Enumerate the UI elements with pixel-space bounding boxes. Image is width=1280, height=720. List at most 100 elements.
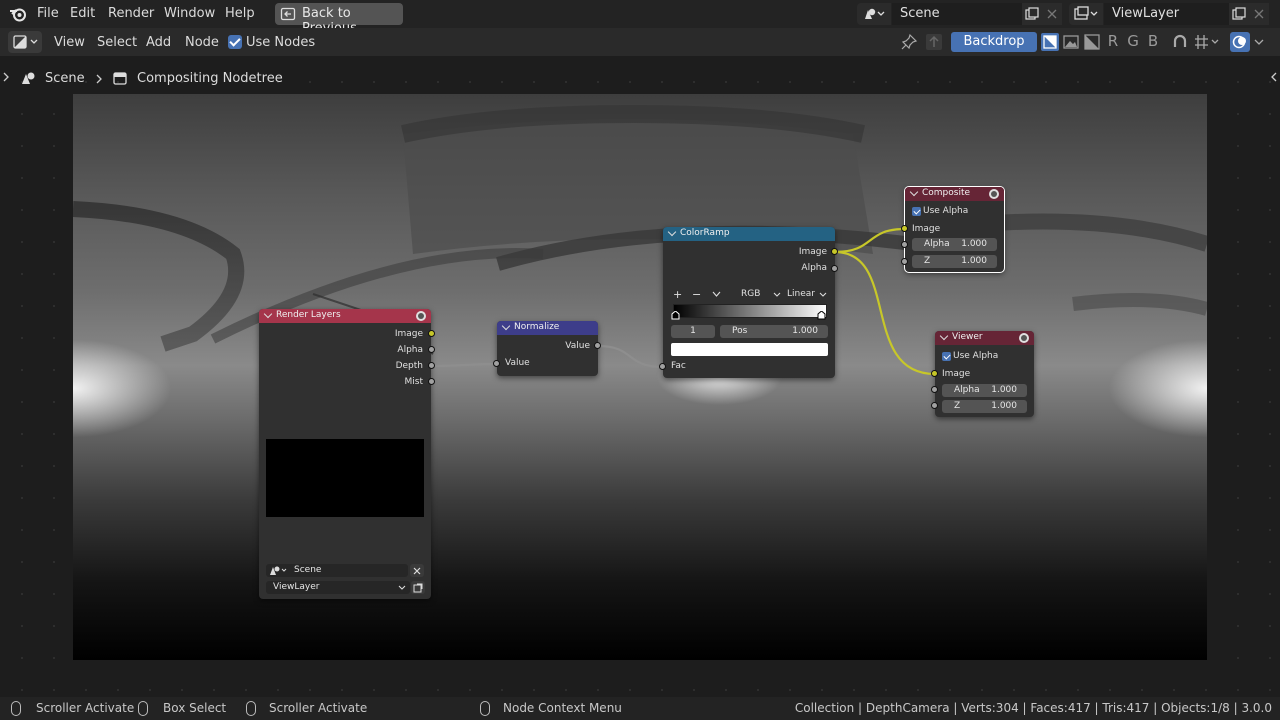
link-colorramp-to-composite [834,227,906,254]
composite-use-alpha-label[interactable]: Use Alpha [923,206,968,216]
node-links [431,227,936,376]
render-layers-mist-socket[interactable] [428,378,435,385]
composite-header[interactable]: Composite [905,187,1004,201]
render-layers-node[interactable]: Render Layers Image Alpha Depth Mist Sce… [259,309,431,599]
normalize-value-input-socket[interactable] [493,360,500,367]
render-icon [413,583,423,593]
composite-alpha-value: 1.000 [961,239,987,249]
normalize-header[interactable]: Normalize [497,321,598,335]
viewer-alpha-label: Alpha [954,385,980,395]
render-layers-header[interactable]: Render Layers [259,309,431,323]
viewer-z-field[interactable]: Z 1.000 [942,400,1027,413]
composite-z-label: Z [924,256,931,266]
colorramp-active-stop-value: 1 [690,326,696,336]
colorramp-fac-input-socket[interactable] [659,363,666,370]
colorramp-stop-handle-black[interactable] [671,311,680,320]
socket-label-image: Image [912,224,941,234]
chevron-down-icon[interactable] [263,309,273,319]
colorramp-node[interactable]: ColorRamp Image Alpha + − RGB Linear 1 P… [663,227,835,378]
render-layers-scene-clear-button[interactable] [410,564,424,577]
chevron-down-icon [773,292,781,297]
render-layers-scene-field[interactable]: Scene [266,564,408,577]
link-depth-to-normalize [431,362,498,368]
viewer-alpha-field[interactable]: Alpha 1.000 [942,384,1027,397]
render-layers-viewlayer-field[interactable]: ViewLayer [266,581,410,594]
scene-icon [270,566,287,575]
scene-statistics: Collection | DepthCamera | Verts:304 | F… [794,701,1272,715]
chevron-down-icon[interactable] [712,291,721,298]
socket-label-value-in: Value [505,358,530,368]
viewer-header[interactable]: Viewer [935,331,1034,345]
socket-label-mist: Mist [404,377,423,387]
status-hint-node-context-menu: Node Context Menu [503,701,622,715]
render-layers-title: Render Layers [276,310,341,320]
colorramp-add-stop-button[interactable]: + [673,288,682,301]
colorramp-interpolation-select[interactable]: Linear [787,289,815,299]
mouse-right-icon [480,701,490,716]
chevron-down-icon[interactable] [939,331,949,341]
render-layers-preview [266,439,424,517]
composite-z-value: 1.000 [961,256,987,266]
chevron-down-icon[interactable] [667,227,677,237]
mouse-middle-icon [246,701,256,716]
node-preview-icon[interactable] [416,311,426,321]
colorramp-stop-handle-white[interactable] [817,311,826,320]
render-layers-depth-socket[interactable] [428,362,435,369]
render-layers-image-socket[interactable] [428,330,435,337]
colorramp-position-value: 1.000 [792,326,818,336]
colorramp-color-swatch[interactable] [671,343,828,356]
socket-label-value-out: Value [565,341,590,351]
chevron-down-icon [819,292,827,297]
viewer-use-alpha-label[interactable]: Use Alpha [953,351,998,361]
composite-z-field[interactable]: Z 1.000 [912,255,997,268]
composite-alpha-label: Alpha [924,239,950,249]
colorramp-remove-stop-button[interactable]: − [692,288,701,301]
normalize-title: Normalize [514,322,560,332]
normalize-node[interactable]: Normalize Value Value [497,321,598,376]
colorramp-gradient-bar[interactable] [673,304,827,318]
node-preview-icon[interactable] [989,189,999,199]
socket-label-image: Image [942,369,971,379]
viewer-node[interactable]: Viewer Use Alpha Image Alpha 1.000 Z 1.0… [935,331,1034,417]
composite-z-input-socket[interactable] [901,258,908,265]
viewer-use-alpha-checkbox[interactable] [942,352,951,361]
viewer-z-input-socket[interactable] [931,402,938,409]
colorramp-active-stop-field[interactable]: 1 [671,325,715,338]
socket-label-alpha: Alpha [801,263,827,273]
composite-use-alpha-checkbox[interactable] [912,207,921,216]
colorramp-title: ColorRamp [680,228,730,238]
close-icon [413,567,421,575]
colorramp-header[interactable]: ColorRamp [663,227,835,241]
colorramp-position-field[interactable]: Pos 1.000 [720,325,828,338]
viewer-alpha-input-socket[interactable] [931,386,938,393]
status-hint-box-select: Box Select [163,701,227,715]
link-normalize-to-colorramp [597,344,664,369]
node-preview-icon[interactable] [1019,333,1029,343]
colorramp-color-mode-select[interactable]: RGB [741,289,760,299]
viewer-z-value: 1.000 [991,401,1017,411]
socket-label-image: Image [798,247,827,257]
chevron-down-icon[interactable] [501,321,511,331]
chevron-down-icon[interactable] [909,187,919,197]
viewer-z-label: Z [954,401,961,411]
socket-label-depth: Depth [395,361,423,371]
viewer-alpha-value: 1.000 [991,385,1017,395]
composite-node[interactable]: Composite Use Alpha Image Alpha 1.000 Z … [904,186,1005,273]
composite-alpha-field[interactable]: Alpha 1.000 [912,238,997,251]
mouse-drag-icon [138,701,148,716]
render-layers-render-button[interactable] [411,581,425,594]
socket-label-image: Image [394,329,423,339]
composite-image-input-socket[interactable] [901,225,908,232]
render-layers-viewlayer-name: ViewLayer [273,582,320,592]
chevron-down-icon [398,585,406,590]
status-hint-scroller-activate-2: Scroller Activate [269,701,368,715]
normalize-value-output-socket[interactable] [594,342,601,349]
render-layers-scene-name: Scene [294,565,322,575]
colorramp-alpha-output-socket[interactable] [831,265,838,272]
render-layers-alpha-socket[interactable] [428,346,435,353]
composite-alpha-input-socket[interactable] [901,241,908,248]
colorramp-image-output-socket[interactable] [831,248,838,255]
viewer-image-input-socket[interactable] [931,370,938,377]
composite-title: Composite [922,188,971,198]
viewer-title: Viewer [952,332,983,342]
